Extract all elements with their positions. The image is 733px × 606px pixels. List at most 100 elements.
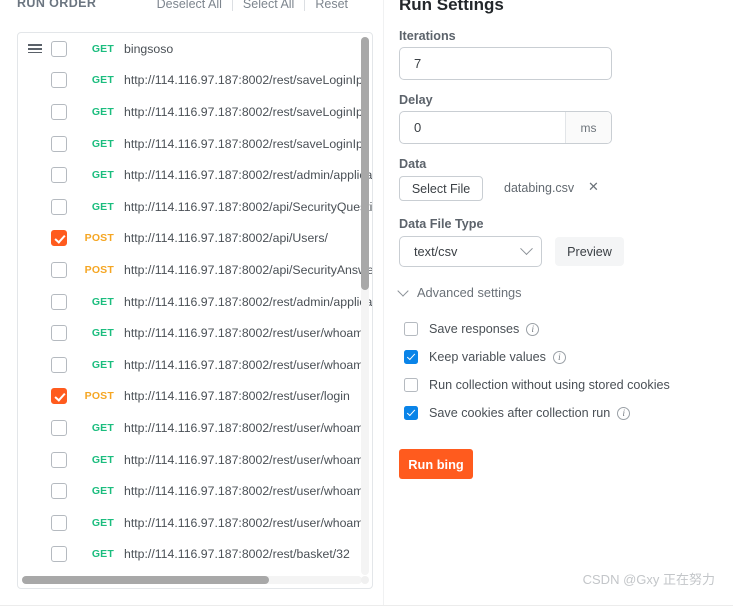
request-method: GET	[91, 137, 114, 150]
request-checkbox[interactable]	[51, 546, 67, 563]
request-checkbox[interactable]	[51, 325, 67, 342]
list-vertical-scrollbar-thumb[interactable]	[361, 37, 369, 290]
list-vertical-scrollbar[interactable]	[361, 37, 369, 575]
request-checkbox[interactable]	[51, 356, 67, 373]
page-title: RUN ORDER	[17, 0, 97, 10]
run-collection-button[interactable]: Run bing	[399, 449, 473, 479]
advanced-settings-label: Advanced settings	[417, 285, 522, 300]
checkbox-save-responses[interactable]	[404, 322, 418, 336]
deselect-all-button[interactable]: Deselect All	[147, 0, 232, 13]
chevron-down-icon	[520, 242, 533, 256]
run-settings-title: Run Settings	[399, 0, 504, 14]
request-url: http://114.116.97.187:8002/rest/admin/ap…	[124, 168, 372, 183]
info-icon[interactable]: i	[552, 350, 566, 364]
list-horizontal-scrollbar[interactable]	[22, 576, 362, 584]
delay-unit-label: ms	[565, 112, 611, 143]
table-row[interactable]: GET http://114.116.97.187:8002/rest/user/…	[18, 444, 372, 476]
delay-input-wrapper: 0 ms	[399, 111, 612, 144]
request-list[interactable]: GET bingsoso GET http://114.116.97.187:8002…	[18, 33, 373, 579]
request-checkbox[interactable]	[51, 451, 67, 468]
request-url: http://114.116.97.187:8002/rest/saveLogi…	[124, 104, 363, 119]
option-save-cookies-after-run[interactable]: Save cookies after collection run i	[404, 404, 631, 422]
info-icon[interactable]: i	[617, 406, 631, 420]
request-method: GET	[91, 421, 114, 434]
request-checkbox[interactable]	[51, 293, 67, 310]
data-file-type-select[interactable]: text/csv	[399, 236, 542, 267]
request-method: GET	[91, 200, 114, 213]
request-method: GET	[91, 74, 114, 87]
request-url: http://114.116.97.187:8002/rest/user/log…	[124, 389, 350, 404]
option-label: Run collection without using stored cook…	[429, 378, 670, 392]
option-label: Save cookies after collection run	[429, 406, 611, 420]
request-checkbox[interactable]	[51, 103, 67, 120]
delay-input[interactable]: 0	[400, 112, 565, 143]
request-url: http://114.116.97.187:8002/rest/admin/ap…	[124, 294, 372, 309]
table-row[interactable]: GET http://114.116.97.187:8002/api/Securi…	[18, 191, 373, 223]
table-row[interactable]: GET http://114.116.97.187:8002/rest/saveL…	[18, 96, 372, 128]
preview-button[interactable]: Preview	[555, 237, 624, 266]
request-url: http://114.116.97.187:8002/rest/saveLogi…	[124, 136, 363, 151]
drag-handle-icon[interactable]	[28, 44, 46, 54]
request-method: GET	[91, 105, 114, 118]
table-row[interactable]: GET http://114.116.97.187:8002/rest/user/…	[18, 317, 372, 349]
request-url: http://114.116.97.187:8002/api/SecurityA…	[124, 262, 373, 277]
request-checkbox[interactable]	[51, 198, 67, 215]
request-url: http://114.116.97.187:8002/rest/user/who…	[124, 484, 367, 499]
table-row[interactable]: GET http://114.116.97.187:8002/rest/admin…	[18, 159, 372, 191]
option-run-without-stored-cookies[interactable]: Run collection without using stored cook…	[404, 376, 670, 394]
table-row[interactable]: POST http://114.116.97.187:8002/rest/user…	[18, 381, 372, 413]
request-checkbox[interactable]	[51, 72, 67, 89]
table-row[interactable]: GET http://114.116.97.187:8002/rest/user/…	[18, 507, 372, 539]
checkbox-run-without-stored-cookies[interactable]	[404, 378, 418, 392]
iterations-input[interactable]: 7	[399, 47, 612, 80]
request-method: GET	[91, 327, 114, 340]
table-row[interactable]: GET http://114.116.97.187:8002/rest/baske…	[18, 539, 372, 571]
table-row[interactable]: POST http://114.116.97.187:8002/api/Secur…	[18, 254, 373, 286]
table-row[interactable]: GET http://114.116.97.187:8002/rest/saveL…	[18, 65, 372, 97]
request-method: GET	[91, 42, 114, 55]
option-keep-variable-values[interactable]: Keep variable values i	[404, 348, 566, 366]
select-all-button[interactable]: Select All	[233, 0, 304, 13]
request-url: http://114.116.97.187:8002/rest/saveLogi…	[124, 73, 363, 88]
run-order-panel: RUN ORDER Deselect All Select All Reset …	[0, 0, 376, 606]
request-list-card: GET bingsoso GET http://114.116.97.187:8002…	[17, 32, 373, 589]
iterations-label: Iterations	[399, 29, 456, 43]
table-row[interactable]: GET http://114.116.97.187:8002/rest/user/…	[18, 412, 372, 444]
checkbox-keep-variable-values[interactable]	[404, 350, 418, 364]
table-row[interactable]: POST http://114.116.97.187:8002/api/Users…	[18, 223, 372, 255]
option-save-responses[interactable]: Save responses i	[404, 320, 540, 338]
table-row[interactable]: GET http://114.116.97.187:8002/rest/user/…	[18, 349, 372, 381]
data-file-name: databing.csv	[504, 181, 575, 195]
request-checkbox[interactable]	[51, 167, 67, 184]
request-url: http://114.116.97.187:8002/rest/user/who…	[124, 452, 367, 467]
table-row[interactable]: GET http://114.116.97.187:8002/rest/user/…	[18, 475, 372, 507]
close-icon[interactable]: ✕	[588, 180, 599, 194]
panel-divider	[383, 0, 384, 606]
table-row[interactable]: GET http://114.116.97.187:8002/rest/admin…	[18, 286, 372, 318]
request-checkbox[interactable]	[51, 135, 67, 152]
option-label: Keep variable values	[429, 350, 546, 364]
request-url: http://114.116.97.187:8002/api/SecurityQ…	[124, 199, 373, 214]
list-horizontal-scrollbar-thumb[interactable]	[22, 576, 269, 584]
request-checkbox[interactable]	[51, 419, 67, 436]
checkbox-save-cookies-after-run[interactable]	[404, 406, 418, 420]
request-checkbox[interactable]	[51, 40, 67, 57]
request-checkbox[interactable]	[51, 261, 67, 278]
option-label: Save responses	[429, 322, 520, 336]
request-url: http://114.116.97.187:8002/rest/user/who…	[124, 326, 367, 341]
request-url: http://114.116.97.187:8002/rest/user/who…	[124, 420, 367, 435]
reset-button[interactable]: Reset	[305, 0, 358, 13]
data-label: Data	[399, 157, 427, 171]
request-checkbox[interactable]	[51, 388, 67, 405]
request-url: http://114.116.97.187:8002/rest/basket/3…	[124, 547, 350, 562]
request-method: GET	[91, 516, 114, 529]
request-checkbox[interactable]	[51, 514, 67, 531]
select-file-button[interactable]: Select File	[399, 176, 483, 201]
advanced-settings-toggle[interactable]: Advanced settings	[396, 284, 522, 300]
request-url: http://114.116.97.187:8002/api/Users/	[124, 231, 328, 246]
table-row[interactable]: GET bingsoso	[18, 33, 372, 65]
request-checkbox[interactable]	[51, 230, 67, 247]
table-row[interactable]: GET http://114.116.97.187:8002/rest/saveL…	[18, 128, 372, 160]
info-icon[interactable]: i	[526, 322, 540, 336]
request-checkbox[interactable]	[51, 483, 67, 500]
